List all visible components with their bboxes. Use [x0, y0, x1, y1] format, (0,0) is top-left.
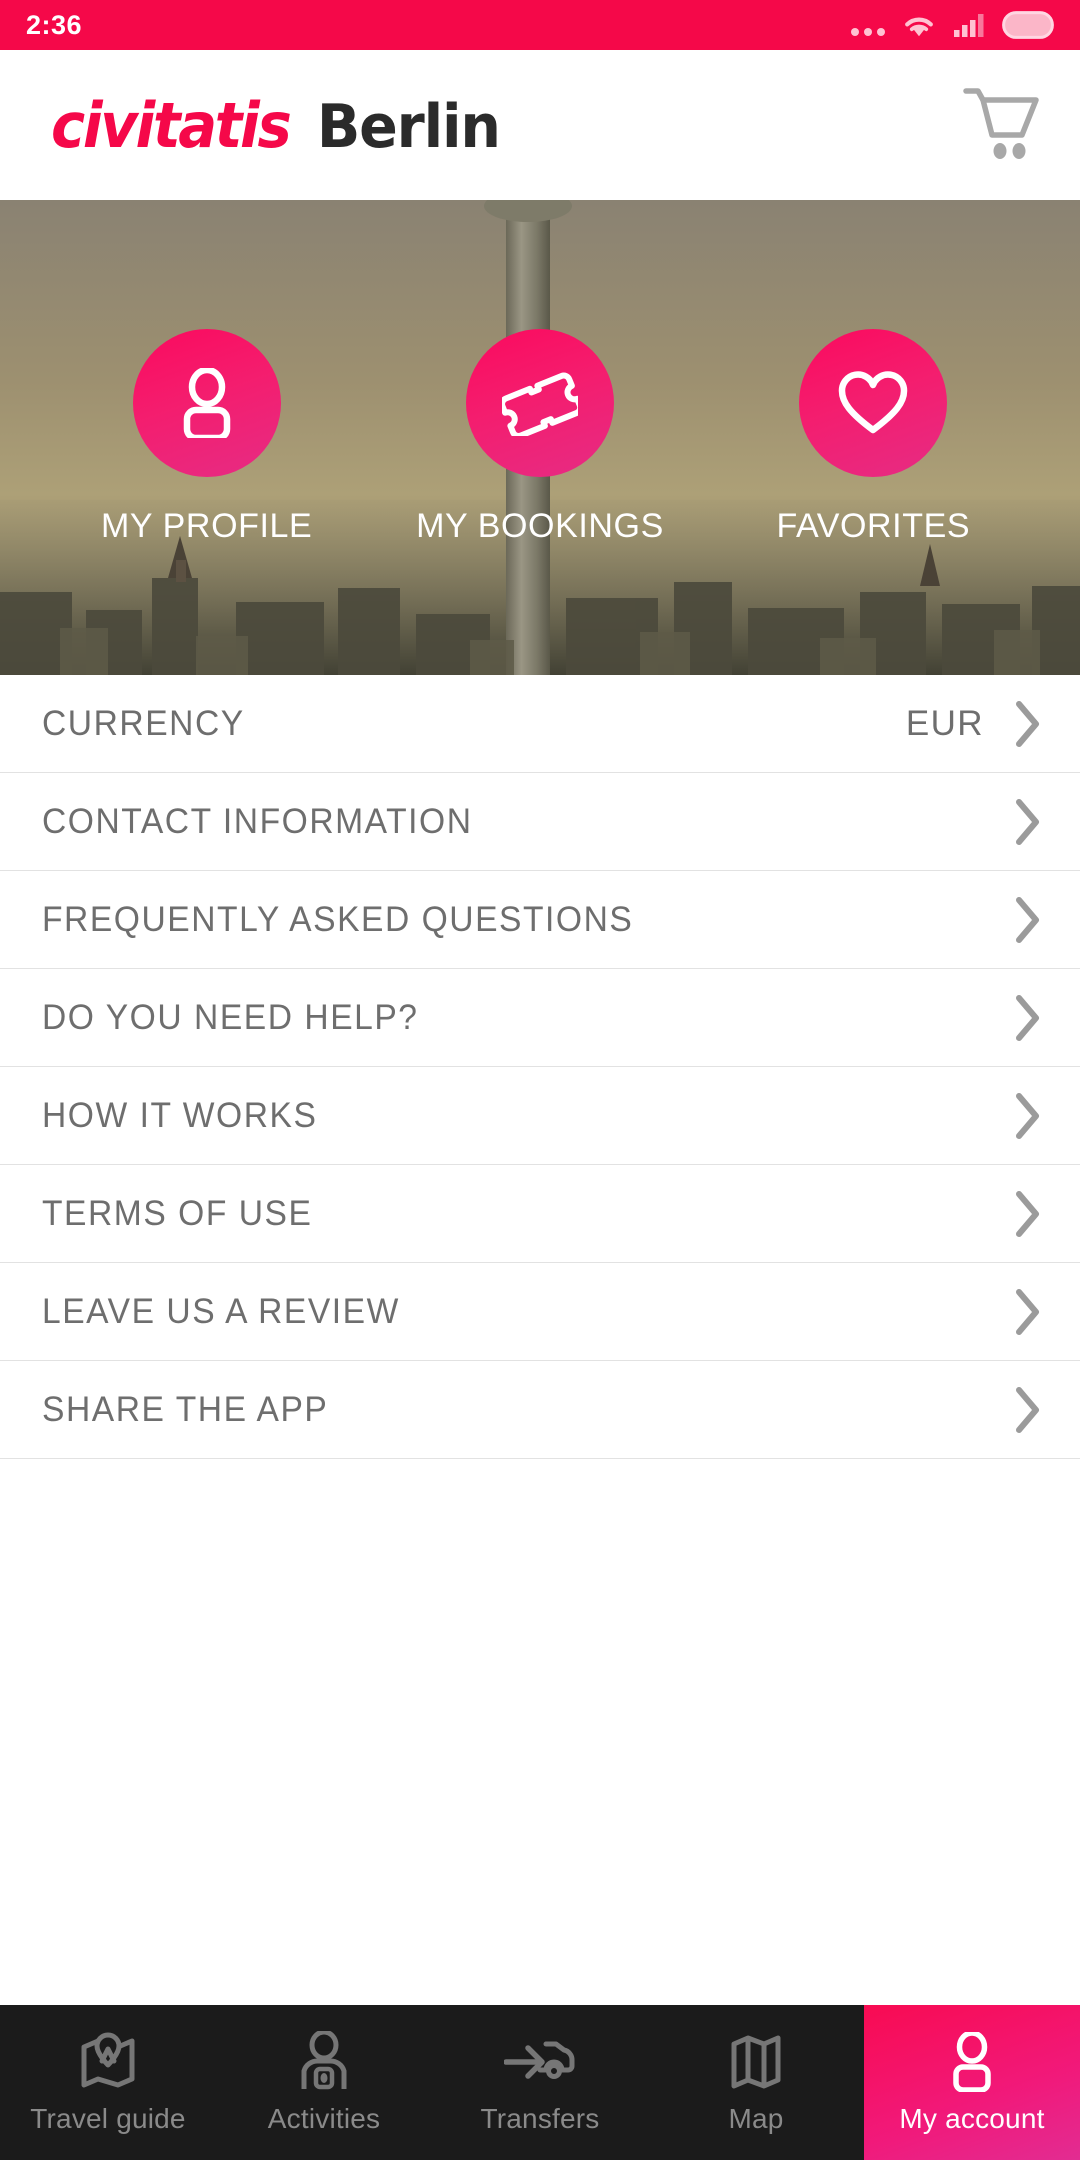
wifi-icon [902, 12, 936, 38]
menu-item-label: FREQUENTLY ASKED QUESTIONS [42, 899, 634, 939]
menu-item-label: DO YOU NEED HELP? [42, 997, 419, 1037]
ticket-icon [465, 329, 614, 477]
chevron-right-icon [1016, 994, 1039, 1041]
menu-item-right [984, 1092, 1042, 1140]
menu-item-right: EUR [906, 700, 1042, 748]
menu-item-how-it-works[interactable]: HOW IT WORKS [0, 1067, 1080, 1165]
brand-name: civitatis [50, 88, 292, 162]
chevron-right-icon [1016, 896, 1039, 943]
hero-action-my-bookings[interactable]: MY BOOKINGS [390, 329, 690, 546]
menu-item-terms-of-use[interactable]: TERMS OF USE [0, 1165, 1080, 1263]
menu-item-label: CURRENCY [42, 703, 245, 743]
chevron-right-icon [1016, 798, 1039, 845]
battery-icon [1002, 11, 1054, 39]
cellular-signal-icon [953, 12, 985, 38]
chevron-right-icon [1016, 1288, 1039, 1335]
nav-item-activities[interactable]: Activities [216, 2005, 432, 2160]
menu-item-label: SHARE THE APP [42, 1389, 329, 1429]
shopping-cart-icon[interactable] [962, 85, 1040, 166]
car-transfer-icon [504, 2031, 576, 2093]
status-icons [851, 11, 1054, 39]
nav-item-label: Transfers [480, 2102, 600, 2134]
nav-item-label: Map [728, 2102, 784, 2134]
menu-item-contact-information[interactable]: CONTACT INFORMATION [0, 773, 1080, 871]
hero-action-label: MY BOOKINGS [416, 507, 664, 545]
menu-item-currency[interactable]: CURRENCY EUR [0, 675, 1080, 773]
chevron-right-icon [1016, 1190, 1039, 1237]
bottom-navigation: Travel guide Activities Transfers Map My… [0, 2005, 1080, 2160]
menu-item-label: CONTACT INFORMATION [42, 801, 473, 841]
nav-item-map[interactable]: Map [648, 2005, 864, 2160]
menu-item-right [984, 896, 1042, 944]
city-name: Berlin [317, 91, 501, 162]
nav-item-transfers[interactable]: Transfers [432, 2005, 648, 2160]
menu-item-label: TERMS OF USE [42, 1193, 313, 1233]
folded-map-icon [728, 2031, 784, 2093]
menu-item-frequently-asked-questions[interactable]: FREQUENTLY ASKED QUESTIONS [0, 871, 1080, 969]
app-screen: 2:36 civitatis Berlin MY PROFILE MY BOOK… [0, 0, 1080, 2160]
chevron-right-icon [1016, 700, 1039, 747]
menu-item-right [984, 1386, 1042, 1434]
hero-action-buttons: MY PROFILE MY BOOKINGS FAVORITES [0, 200, 1080, 675]
hero-action-favorites[interactable]: FAVORITES [723, 329, 1023, 546]
brand-logo[interactable]: civitatis Berlin [42, 89, 505, 162]
menu-item-value: EUR [905, 703, 984, 743]
menu-item-right [984, 798, 1042, 846]
hero-action-label: MY PROFILE [101, 507, 313, 545]
nav-item-my-account[interactable]: My account [864, 2005, 1080, 2160]
person-icon [945, 2031, 999, 2093]
menu-item-label: LEAVE US A REVIEW [42, 1291, 400, 1331]
menu-item-label: HOW IT WORKS [42, 1095, 318, 1135]
status-time: 2:36 [26, 9, 83, 40]
nav-item-label: Activities [267, 2102, 381, 2134]
status-bar: 2:36 [0, 0, 1080, 50]
nav-item-travel-guide[interactable]: Travel guide [0, 2005, 216, 2160]
hero-banner: MY PROFILE MY BOOKINGS FAVORITES [0, 200, 1080, 675]
menu-item-do-you-need-help[interactable]: DO YOU NEED HELP? [0, 969, 1080, 1067]
menu-item-right [984, 1190, 1042, 1238]
more-dots-icon [851, 12, 885, 38]
map-pin-guide-icon [78, 2031, 138, 2093]
person-icon [132, 329, 281, 477]
hero-action-label: FAVORITES [776, 507, 971, 545]
menu-item-right [984, 994, 1042, 1042]
app-header: civitatis Berlin [0, 50, 1080, 200]
nav-item-label: Travel guide [30, 2102, 186, 2134]
settings-menu-list: CURRENCY EUR CONTACT INFORMATION FREQUEN… [0, 675, 1080, 2005]
chevron-right-icon [1016, 1092, 1039, 1139]
menu-item-right [984, 1288, 1042, 1336]
person-activity-icon [296, 2030, 352, 2093]
menu-item-share-the-app[interactable]: SHARE THE APP [0, 1361, 1080, 1459]
nav-item-label: My account [899, 2102, 1045, 2134]
hero-action-my-profile[interactable]: MY PROFILE [57, 329, 357, 546]
menu-item-leave-us-a-review[interactable]: LEAVE US A REVIEW [0, 1263, 1080, 1361]
chevron-right-icon [1016, 1386, 1039, 1433]
heart-icon [799, 329, 948, 477]
